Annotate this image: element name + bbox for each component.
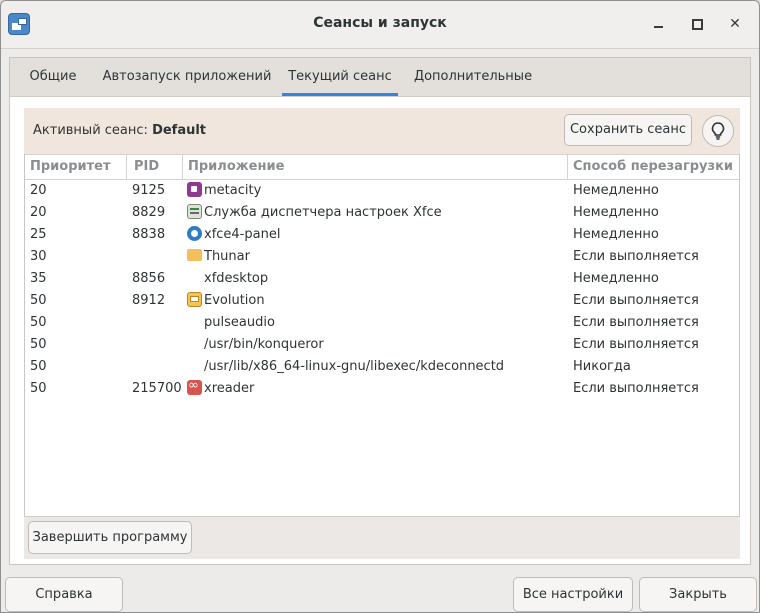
restart-style-cell: Никогда — [573, 359, 631, 374]
restart-style-cell: Если выполняется — [573, 249, 699, 264]
table-row[interactable]: 20 9125 metacity Немедленно — [25, 180, 739, 202]
title-bar[interactable]: Сеансы и запуск ✕ — [1, 1, 759, 49]
application-cell: Служба диспетчера настроек Xfce — [187, 202, 442, 224]
table-row[interactable]: 50 pulseaudio Если выполняется — [25, 312, 739, 334]
table-row[interactable]: 50 8912 Evolution Если выполняется — [25, 290, 739, 312]
all-settings-button[interactable]: Все настройки — [513, 577, 633, 612]
application-cell: Evolution — [187, 290, 265, 312]
tab-advanced[interactable]: Дополнительные — [408, 58, 538, 96]
column-application[interactable]: Приложение — [188, 159, 284, 174]
pid-cell: 215700 — [132, 381, 182, 396]
close-window-button[interactable]: ✕ — [724, 13, 746, 35]
priority-cell: 50 — [30, 337, 47, 352]
table-actions: Завершить программу — [24, 516, 740, 559]
application-cell: metacity — [187, 180, 261, 202]
lightbulb-icon — [711, 122, 725, 140]
maximize-icon — [691, 18, 703, 30]
tab-general[interactable]: Общие — [18, 58, 88, 96]
active-session-name: Default — [152, 123, 207, 138]
pid-cell: 8838 — [132, 227, 166, 242]
application-name: pulseaudio — [204, 315, 275, 330]
window-title: Сеансы и запуск — [313, 15, 447, 31]
priority-cell: 50 — [30, 381, 47, 396]
evolution-icon — [187, 292, 202, 307]
tab-bar: Общие Автозапуск приложений Текущий сеан… — [10, 58, 750, 97]
active-session-label: Активный сеанс: Default — [33, 123, 206, 138]
priority-cell: 50 — [30, 315, 47, 330]
column-priority[interactable]: Приоритет — [30, 159, 111, 174]
table-row[interactable]: 25 8838 xfce4-panel Немедленно — [25, 224, 739, 246]
restart-style-cell: Немедленно — [573, 183, 659, 198]
application-cell: pulseaudio — [204, 312, 275, 334]
table-row[interactable]: 35 8856 xfdesktop Немедленно — [25, 268, 739, 290]
close-button[interactable]: Закрыть — [639, 577, 757, 612]
pid-cell: 8856 — [132, 271, 166, 286]
table-body: 20 9125 metacity Немедленно 20 8829 Служ… — [25, 180, 739, 400]
notebook: Общие Автозапуск приложений Текущий сеан… — [9, 57, 751, 565]
application-name: xreader — [204, 381, 255, 396]
restart-style-cell: Если выполняется — [573, 315, 699, 330]
application-cell: Thunar — [187, 246, 250, 268]
application-cell: xfce4-panel — [187, 224, 280, 246]
column-divider — [126, 155, 127, 179]
help-button[interactable]: Справка — [5, 577, 123, 612]
application-name: Evolution — [204, 293, 265, 308]
table-row[interactable]: 50 /usr/lib/x86_64-linux-gnu/libexec/kde… — [25, 356, 739, 378]
restart-style-cell: Если выполняется — [573, 381, 699, 396]
application-cell: xreader — [187, 375, 255, 400]
tab-autostart[interactable]: Автозапуск приложений — [98, 58, 276, 96]
priority-cell: 50 — [30, 359, 47, 374]
application-name: Thunar — [204, 249, 250, 264]
session-bar: Активный сеанс: Default Сохранить сеанс — [24, 108, 740, 154]
active-session-caption: Активный сеанс: — [33, 123, 148, 138]
metacity-icon — [187, 182, 202, 197]
application-name: /usr/lib/x86_64-linux-gnu/libexec/kdecon… — [204, 359, 505, 374]
process-table: Приоритет PID Приложение Способ перезагр… — [24, 154, 740, 558]
column-restart-style[interactable]: Способ перезагрузки — [573, 159, 733, 174]
pid-cell: 8829 — [132, 205, 166, 220]
column-divider — [182, 155, 183, 179]
restart-style-cell: Немедленно — [573, 227, 659, 242]
table-row[interactable]: 20 8829 Служба диспетчера настроек Xfce … — [25, 202, 739, 224]
application-cell: /usr/bin/konqueror — [204, 334, 324, 356]
minimize-icon — [653, 26, 663, 28]
priority-cell: 20 — [30, 205, 47, 220]
application-name: xfdesktop — [204, 271, 269, 286]
priority-cell: 25 — [30, 227, 47, 242]
save-session-button[interactable]: Сохранить сеанс — [564, 114, 692, 146]
application-name: metacity — [204, 183, 262, 198]
restart-style-cell: Немедленно — [573, 271, 659, 286]
restart-style-cell: Если выполняется — [573, 337, 699, 352]
column-pid[interactable]: PID — [134, 159, 159, 174]
pid-cell: 9125 — [132, 183, 166, 198]
xreader-icon — [187, 375, 202, 397]
minimize-button[interactable] — [647, 13, 669, 35]
settings-manager-icon — [187, 204, 202, 219]
table-header: Приоритет PID Приложение Способ перезагр… — [25, 154, 739, 180]
application-name: xfce4-panel — [204, 227, 281, 242]
table-row[interactable]: 30 Thunar Если выполняется — [25, 246, 739, 268]
application-cell: /usr/lib/x86_64-linux-gnu/libexec/kdecon… — [204, 356, 504, 378]
priority-cell: 30 — [30, 249, 47, 264]
pid-cell: 8912 — [132, 293, 166, 308]
table-row[interactable]: 50 215700 xreader Если выполняется — [25, 375, 739, 400]
priority-cell: 20 — [30, 183, 47, 198]
session-startup-window: Сеансы и запуск ✕ Общие Автозапуск прило… — [0, 0, 760, 613]
panel-icon — [187, 226, 202, 241]
restart-style-cell: Немедленно — [573, 205, 659, 220]
close-icon: ✕ — [729, 16, 741, 32]
folder-icon — [187, 248, 202, 261]
application-name: /usr/bin/konqueror — [204, 337, 324, 352]
application-cell: xfdesktop — [204, 268, 268, 290]
priority-cell: 35 — [30, 271, 47, 286]
maximize-button[interactable] — [686, 13, 708, 35]
kill-program-button[interactable]: Завершить программу — [28, 521, 192, 554]
priority-cell: 50 — [30, 293, 47, 308]
restart-style-cell: Если выполняется — [573, 293, 699, 308]
tips-button[interactable] — [702, 115, 734, 147]
tab-current-session[interactable]: Текущий сеанс — [282, 58, 398, 96]
table-row[interactable]: 50 /usr/bin/konqueror Если выполняется — [25, 334, 739, 356]
column-divider — [567, 155, 568, 179]
application-name: Служба диспетчера настроек Xfce — [204, 205, 442, 220]
